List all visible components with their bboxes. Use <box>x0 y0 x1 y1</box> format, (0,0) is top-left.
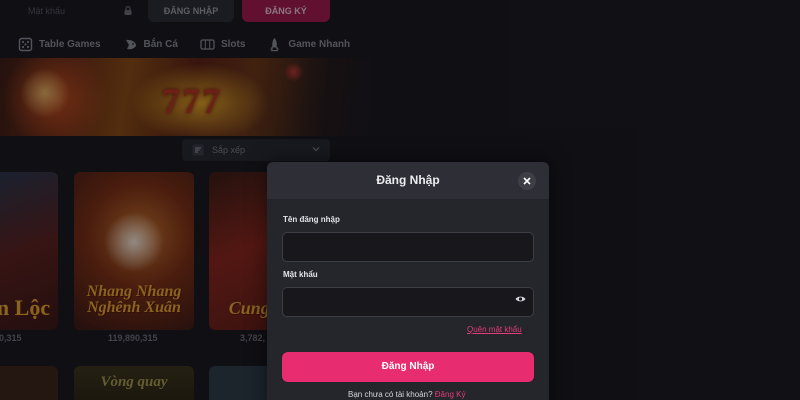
login-modal: Đăng Nhập Tên đăng nhập Mật khẩu Quên mậ… <box>267 162 549 400</box>
close-icon <box>523 177 531 185</box>
register-link[interactable]: Đăng Ký <box>435 390 466 399</box>
password-input[interactable] <box>282 287 534 317</box>
password-label: Mật khẩu <box>283 270 318 279</box>
page: Mật khẩu ĐĂNG NHẬP ĐĂNG KÝ Table Games B… <box>0 0 800 400</box>
no-account-text: Bạn chưa có tài khoản? <box>348 390 433 399</box>
username-label: Tên đăng nhập <box>283 215 340 224</box>
close-button[interactable] <box>518 172 536 190</box>
no-account-row: Bạn chưa có tài khoản? Đăng Ký <box>348 390 465 399</box>
eye-icon[interactable] <box>515 295 526 303</box>
modal-title: Đăng Nhập <box>376 173 440 187</box>
forgot-password-link[interactable]: Quên mật khẩu <box>467 325 522 334</box>
username-input[interactable] <box>282 232 534 262</box>
login-submit-button[interactable]: Đăng Nhập <box>282 352 534 382</box>
modal-header: Đăng Nhập <box>267 162 549 199</box>
